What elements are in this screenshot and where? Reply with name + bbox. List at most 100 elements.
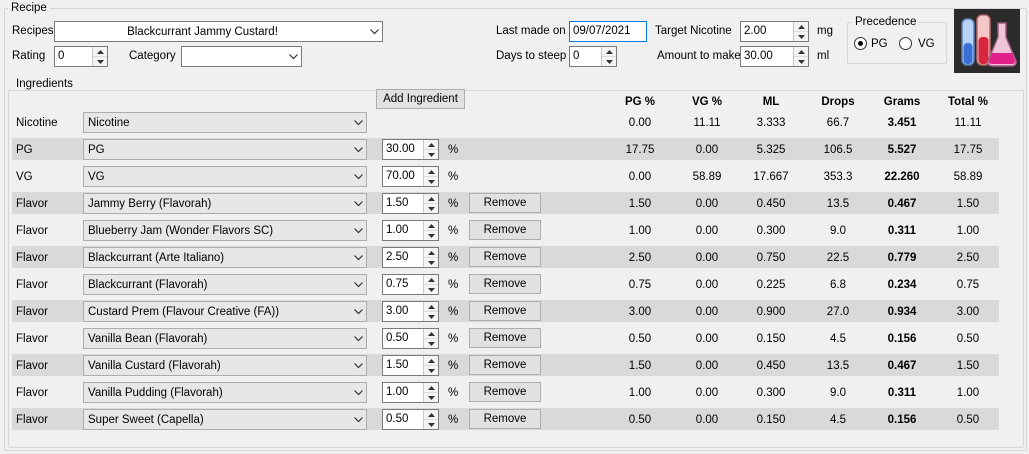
target-nicotine-stepper[interactable]: 2.00 <box>740 21 809 42</box>
percent-value: 1.50 <box>386 359 409 371</box>
percent-stepper[interactable]: 0.50 <box>382 328 439 349</box>
ingredient-select-value: VG <box>88 170 105 183</box>
spin-down-icon[interactable] <box>424 284 438 294</box>
spin-up-icon[interactable] <box>424 140 438 149</box>
precedence-radio-pg[interactable] <box>854 37 867 50</box>
row-type: Flavor <box>16 279 48 291</box>
remove-button[interactable]: Remove <box>469 301 541 321</box>
ingredient-select[interactable]: Vanilla Custard (Flavorah) <box>83 355 367 376</box>
remove-button[interactable]: Remove <box>469 355 541 375</box>
percent-sign: % <box>448 225 459 237</box>
row-total-pct: 0.50 <box>956 333 980 345</box>
spin-down-icon[interactable] <box>794 56 808 66</box>
spin-up-icon[interactable] <box>424 248 438 257</box>
percent-value: 2.50 <box>386 251 409 263</box>
row-total-pct: 58.89 <box>953 171 983 183</box>
spin-up-icon[interactable] <box>424 275 438 284</box>
ingredient-select[interactable]: Vanilla Pudding (Flavorah) <box>83 382 367 403</box>
row-ml: 0.750 <box>756 252 786 264</box>
chevron-down-icon <box>350 329 366 348</box>
spin-down-icon[interactable] <box>424 230 438 240</box>
spin-up-icon[interactable] <box>794 47 808 56</box>
recipe-select[interactable]: Blackcurrant Jammy Custard! <box>54 21 383 42</box>
percent-sign: % <box>448 333 459 345</box>
spin-up-icon[interactable] <box>424 410 438 419</box>
amount-stepper[interactable]: 30.00 <box>740 46 809 67</box>
remove-button[interactable]: Remove <box>469 247 541 267</box>
spin-up-icon[interactable] <box>794 22 808 31</box>
spin-down-icon[interactable] <box>424 176 438 186</box>
spin-down-icon[interactable] <box>424 203 438 213</box>
chevron-down-icon <box>350 383 366 402</box>
rating-stepper[interactable]: 0 <box>54 46 108 67</box>
last-made-field[interactable]: 09/07/2021 <box>569 21 647 42</box>
ingredient-select[interactable]: PG <box>83 139 367 160</box>
days-steep-stepper[interactable]: 0 <box>569 46 617 67</box>
spin-down-icon[interactable] <box>424 365 438 375</box>
spin-up-icon[interactable] <box>424 302 438 311</box>
remove-button[interactable]: Remove <box>469 274 541 294</box>
percent-stepper[interactable]: 1.50 <box>382 355 439 376</box>
spin-down-icon[interactable] <box>424 149 438 159</box>
add-ingredient-button[interactable]: Add Ingredient <box>376 89 465 109</box>
remove-button[interactable]: Remove <box>469 328 541 348</box>
spin-up-icon[interactable] <box>424 356 438 365</box>
spin-down-icon[interactable] <box>602 56 616 66</box>
spin-down-icon[interactable] <box>424 311 438 321</box>
precedence-radio-vg[interactable] <box>899 37 912 50</box>
percent-stepper[interactable]: 1.00 <box>382 382 439 403</box>
percent-stepper[interactable]: 70.00 <box>382 166 439 187</box>
spin-up-icon[interactable] <box>424 167 438 176</box>
amount-unit: ml <box>817 50 830 62</box>
percent-stepper[interactable]: 0.75 <box>382 274 439 295</box>
percent-stepper[interactable]: 1.00 <box>382 220 439 241</box>
row-vg-pct: 11.11 <box>693 117 721 129</box>
row-grams: 0.156 <box>887 414 917 426</box>
spin-down-icon[interactable] <box>794 31 808 41</box>
ingredient-select[interactable]: Custard Prem (Flavour Creative (FA)) <box>83 301 367 322</box>
spin-down-icon[interactable] <box>424 419 438 429</box>
remove-button[interactable]: Remove <box>469 409 541 429</box>
ingredient-select[interactable]: VG <box>83 166 367 187</box>
ingredient-select-value: Blackcurrant (Arte Italiano) <box>88 251 225 264</box>
spin-up-icon[interactable] <box>424 194 438 203</box>
percent-sign: % <box>448 360 459 372</box>
spin-up-icon[interactable] <box>424 329 438 338</box>
row-type: Flavor <box>16 333 48 345</box>
remove-button[interactable]: Remove <box>469 193 541 213</box>
ingredient-select[interactable]: Jammy Berry (Flavorah) <box>83 193 367 214</box>
days-steep-label: Days to steep <box>496 50 567 62</box>
spin-down-icon[interactable] <box>424 257 438 267</box>
row-pg-pct: 1.00 <box>628 225 652 237</box>
percent-stepper[interactable]: 2.50 <box>382 247 439 268</box>
rating-value: 0 <box>58 50 65 62</box>
ingredient-select[interactable]: Blackcurrant (Arte Italiano) <box>83 247 367 268</box>
spin-down-icon[interactable] <box>93 56 107 66</box>
ingredient-select[interactable]: Vanilla Bean (Flavorah) <box>83 328 367 349</box>
header-drops: Drops <box>821 96 855 108</box>
row-drops: 4.5 <box>830 414 846 426</box>
percent-stepper[interactable]: 1.50 <box>382 193 439 214</box>
percent-stepper[interactable]: 3.00 <box>382 301 439 322</box>
row-grams: 0.311 <box>887 225 917 237</box>
row-drops: 353.3 <box>823 171 853 183</box>
spin-up-icon[interactable] <box>424 383 438 392</box>
remove-button[interactable]: Remove <box>469 382 541 402</box>
ingredient-select-value: PG <box>88 143 105 156</box>
ingredient-select[interactable]: Nicotine <box>83 112 367 133</box>
spin-up-icon[interactable] <box>93 47 107 56</box>
ingredient-select[interactable]: Blackcurrant (Flavorah) <box>83 274 367 295</box>
remove-button[interactable]: Remove <box>469 220 541 240</box>
ingredient-select[interactable]: Super Sweet (Capella) <box>83 409 367 430</box>
percent-sign: % <box>448 198 459 210</box>
row-total-pct: 0.75 <box>956 279 980 291</box>
ingredient-select[interactable]: Blueberry Jam (Wonder Flavors SC) <box>83 220 367 241</box>
percent-stepper[interactable]: 30.00 <box>382 139 439 160</box>
spin-down-icon[interactable] <box>424 392 438 402</box>
percent-value: 1.50 <box>386 197 409 209</box>
spin-up-icon[interactable] <box>424 221 438 230</box>
spin-down-icon[interactable] <box>424 338 438 348</box>
category-select[interactable] <box>181 46 302 67</box>
percent-stepper[interactable]: 0.50 <box>382 409 439 430</box>
spin-up-icon[interactable] <box>602 47 616 56</box>
